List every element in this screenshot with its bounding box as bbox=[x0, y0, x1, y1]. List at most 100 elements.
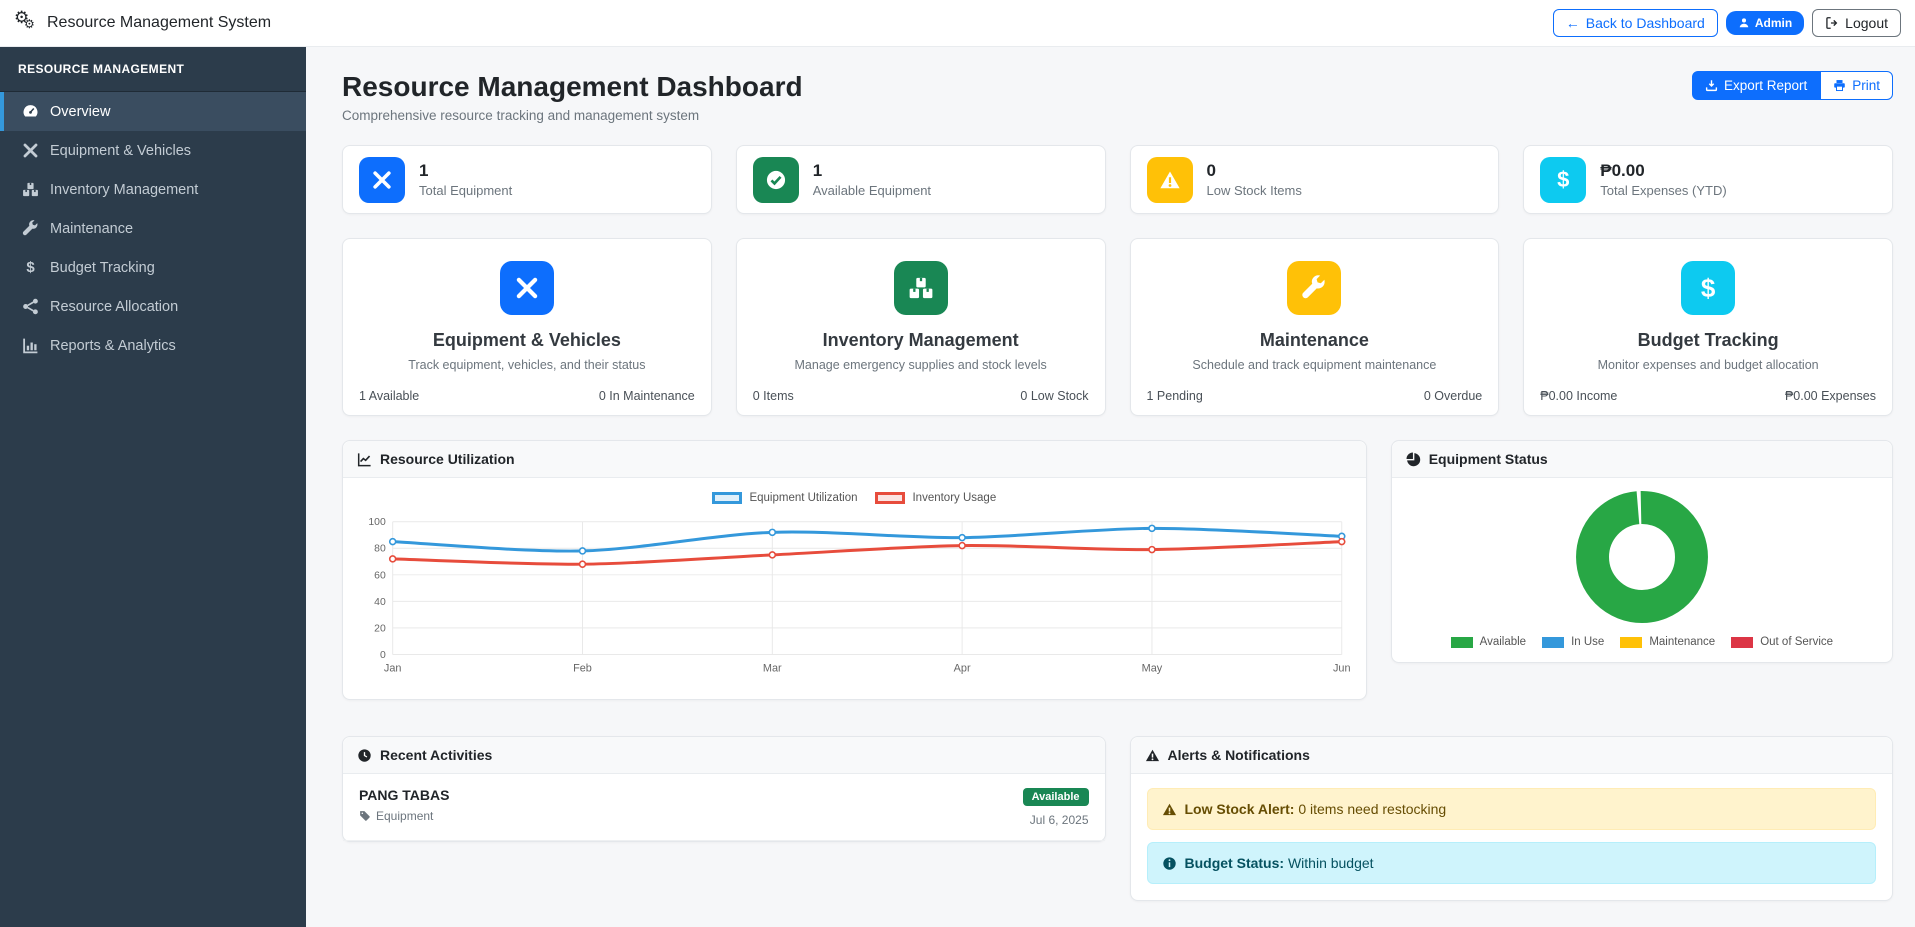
modules-row: Equipment & Vehicles Track equipment, ve… bbox=[342, 238, 1893, 416]
boxes-icon bbox=[893, 261, 948, 315]
module-stat-right: ₱0.00 Expenses bbox=[1784, 389, 1876, 403]
legend-item[interactable]: Out of Service bbox=[1731, 636, 1833, 648]
module-title: Maintenance bbox=[1259, 330, 1369, 350]
printer-icon bbox=[1834, 80, 1846, 92]
module-stat-left: 0 Items bbox=[752, 389, 794, 403]
sidebar-item-overview[interactable]: Overview bbox=[0, 92, 306, 131]
svg-text:100: 100 bbox=[368, 517, 386, 528]
line-chart-icon bbox=[357, 452, 371, 466]
tools-icon bbox=[499, 261, 554, 315]
page-subtitle: Comprehensive resource tracking and mana… bbox=[342, 108, 700, 123]
low-stock-alert: Low Stock Alert: 0 items need restocking bbox=[1146, 788, 1876, 830]
svg-text:Feb: Feb bbox=[573, 662, 592, 674]
stat-label: Total Expenses (YTD) bbox=[1600, 183, 1727, 198]
warning-triangle-icon bbox=[1145, 749, 1159, 761]
warning-triangle-icon bbox=[1146, 156, 1193, 203]
alerts-header: Alerts & Notifications bbox=[1130, 737, 1892, 774]
svg-text:Jan: Jan bbox=[384, 662, 402, 674]
stat-card-total-equipment: 1 Total Equipment bbox=[342, 145, 712, 214]
resource-utilization-card: Resource Utilization Equipment Utilizati… bbox=[342, 440, 1367, 700]
sidebar-item-budget-tracking[interactable]: $ Budget Tracking bbox=[0, 248, 306, 287]
equipment-status-card: Equipment Status Available In Use Maintena… bbox=[1390, 440, 1893, 663]
resource-utilization-header: Resource Utilization bbox=[343, 441, 1366, 478]
tools-icon bbox=[359, 156, 405, 203]
stat-value: ₱0.00 bbox=[1600, 161, 1645, 180]
module-card-equipment-vehicles[interactable]: Equipment & Vehicles Track equipment, ve… bbox=[342, 238, 712, 416]
stat-value: 1 bbox=[812, 161, 823, 180]
module-title: Equipment & Vehicles bbox=[432, 330, 621, 350]
check-circle-icon bbox=[752, 156, 799, 203]
wrench-icon bbox=[22, 220, 39, 237]
module-stat-right: 0 In Maintenance bbox=[598, 389, 695, 403]
download-icon bbox=[1705, 80, 1718, 92]
svg-text:May: May bbox=[1142, 662, 1163, 674]
line-chart-legend: Equipment Utilization Inventory Usage bbox=[359, 492, 1350, 504]
dollar-icon: $ bbox=[26, 259, 35, 276]
app-brand: ⚙ ⚙ Resource Management System bbox=[14, 8, 272, 35]
legend-item[interactable]: In Use bbox=[1542, 636, 1604, 648]
module-card-maintenance[interactable]: Maintenance Schedule and track equipment… bbox=[1129, 238, 1500, 416]
admin-badge[interactable]: Admin bbox=[1725, 11, 1805, 35]
app-title: Resource Management System bbox=[47, 14, 272, 31]
module-card-inventory-management[interactable]: Inventory Management Manage emergency su… bbox=[735, 238, 1106, 416]
module-stat-left: ₱0.00 Income bbox=[1540, 389, 1618, 403]
legend-item[interactable]: Equipment Utilization bbox=[712, 492, 857, 504]
sidebar-item-inventory-management[interactable]: Inventory Management bbox=[0, 170, 306, 209]
dollar-icon: $ bbox=[1540, 156, 1587, 203]
legend-item[interactable]: Inventory Usage bbox=[875, 492, 996, 504]
sidebar-item-maintenance[interactable]: Maintenance bbox=[0, 209, 306, 248]
back-to-dashboard-button[interactable]: ← Back to Dashboard bbox=[1552, 9, 1718, 37]
equipment-status-chart[interactable] bbox=[1575, 490, 1709, 624]
info-circle-icon bbox=[1162, 856, 1176, 870]
equipment-status-legend: Available In Use Maintenance Out of Service bbox=[1450, 636, 1833, 648]
module-stat-left: 1 Pending bbox=[1146, 389, 1203, 403]
activity-category: Equipment bbox=[359, 809, 433, 823]
module-stat-left: 1 Available bbox=[359, 389, 420, 403]
stat-card-low-stock: 0 Low Stock Items bbox=[1129, 145, 1500, 214]
resource-utilization-chart[interactable]: 0 20 40 60 80 100 Jan Feb Mar Apr May Jun bbox=[359, 508, 1350, 686]
activity-date: Jul 6, 2025 bbox=[1029, 813, 1089, 827]
activity-name: PANG TABAS bbox=[359, 787, 450, 803]
print-button[interactable]: Print bbox=[1820, 71, 1893, 100]
svg-text:80: 80 bbox=[374, 544, 386, 555]
alerts-card: Alerts & Notifications Low Stock Alert: … bbox=[1129, 736, 1893, 901]
svg-text:0: 0 bbox=[380, 650, 386, 661]
recent-activities-header: Recent Activities bbox=[343, 737, 1105, 774]
module-description: Schedule and track equipment maintenance bbox=[1192, 358, 1437, 372]
module-card-budget-tracking[interactable]: $ Budget Tracking Monitor expenses and b… bbox=[1523, 238, 1893, 416]
gears-icon: ⚙ ⚙ bbox=[14, 8, 35, 31]
dollar-icon: $ bbox=[1681, 261, 1736, 315]
module-description: Manage emergency supplies and stock leve… bbox=[794, 358, 1047, 372]
tachometer-icon bbox=[22, 103, 39, 120]
sidebar: RESOURCE MANAGEMENT Overview Equipment &… bbox=[0, 47, 306, 927]
clock-icon bbox=[358, 748, 371, 762]
module-stat-right: 0 Overdue bbox=[1423, 389, 1483, 403]
tools-icon bbox=[22, 142, 39, 159]
equipment-status-header: Equipment Status bbox=[1391, 441, 1892, 478]
logout-icon bbox=[1826, 17, 1838, 29]
logout-button[interactable]: Logout bbox=[1812, 9, 1901, 37]
module-title: Budget Tracking bbox=[1637, 330, 1779, 350]
legend-item[interactable]: Available bbox=[1450, 636, 1526, 648]
main-content: Resource Management Dashboard Comprehens… bbox=[306, 47, 1915, 927]
top-navbar: ⚙ ⚙ Resource Management System ← Back to … bbox=[0, 0, 1915, 47]
pie-chart-icon bbox=[1406, 451, 1420, 466]
sidebar-item-equipment-vehicles[interactable]: Equipment & Vehicles bbox=[0, 131, 306, 170]
stats-row: 1 Total Equipment 1 Available Equipment … bbox=[342, 145, 1893, 214]
activity-item[interactable]: PANG TABAS Equipment Available Jul 6, 20… bbox=[343, 774, 1105, 841]
sidebar-item-resource-allocation[interactable]: Resource Allocation bbox=[0, 287, 306, 326]
status-badge: Available bbox=[1022, 788, 1089, 806]
stat-label: Total Equipment bbox=[419, 183, 513, 198]
stat-label: Low Stock Items bbox=[1206, 183, 1302, 198]
recent-activities-card: Recent Activities PANG TABAS Equipment A… bbox=[342, 736, 1106, 842]
share-nodes-icon bbox=[22, 298, 39, 315]
svg-text:60: 60 bbox=[374, 570, 386, 581]
charts-row: Resource Utilization Equipment Utilizati… bbox=[342, 440, 1893, 700]
legend-item[interactable]: Maintenance bbox=[1620, 636, 1715, 648]
stat-value: 0 bbox=[1206, 161, 1216, 180]
sidebar-item-reports-analytics[interactable]: Reports & Analytics bbox=[0, 326, 306, 365]
chart-bar-icon bbox=[22, 337, 39, 354]
user-icon bbox=[1739, 18, 1749, 28]
export-report-button[interactable]: Export Report bbox=[1691, 71, 1821, 100]
module-title: Inventory Management bbox=[822, 330, 1019, 350]
